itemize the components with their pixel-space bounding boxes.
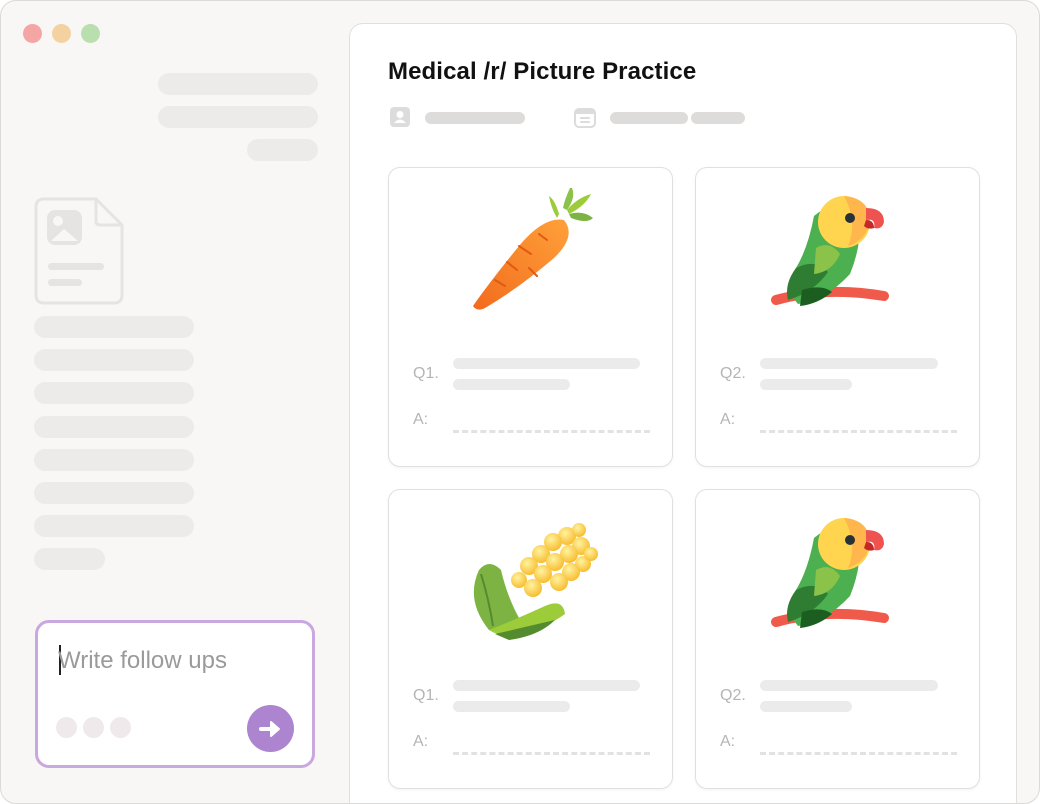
picture-card: Q1. A: (388, 489, 673, 789)
maximize-window-button[interactable] (81, 24, 100, 43)
corn-image (473, 523, 598, 640)
question-line (760, 358, 938, 369)
response-line (34, 416, 194, 438)
indicator-dot (56, 717, 77, 738)
question-number: Q1. (413, 365, 439, 382)
user-message-line (247, 139, 318, 161)
worksheet-panel: Medical /r/ Picture Practice Q1. A: Q2. … (349, 23, 1017, 803)
name-field (425, 112, 525, 124)
arrow-right-icon (258, 720, 280, 737)
question-number: Q2. (720, 365, 746, 382)
date-field (610, 112, 688, 124)
parrot-image (771, 518, 889, 628)
question-line (760, 701, 852, 712)
user-message-line (158, 106, 318, 128)
app-window: Write follow ups Medical /r/ Picture Pra… (0, 0, 1040, 804)
answer-label: A: (413, 411, 429, 428)
response-line (34, 449, 194, 471)
question-line (760, 379, 852, 390)
follow-up-placeholder: Write follow ups (58, 647, 227, 674)
response-line (34, 382, 194, 404)
carrot-image (473, 188, 593, 310)
window-controls (23, 24, 100, 43)
question-line (453, 358, 640, 369)
response-line (34, 349, 194, 371)
person-icon (390, 107, 410, 127)
question-line (453, 379, 570, 390)
calendar-icon (574, 108, 596, 128)
response-line (34, 548, 105, 570)
close-window-button[interactable] (23, 24, 42, 43)
question-line (453, 701, 570, 712)
picture-card: Q2. A: (695, 167, 980, 467)
image-document-icon (34, 197, 124, 305)
send-button[interactable] (247, 705, 294, 752)
answer-line[interactable] (453, 752, 650, 755)
typing-indicator (56, 717, 131, 738)
picture-card: Q2. A: (695, 489, 980, 789)
user-message-line (158, 73, 318, 95)
response-line (34, 515, 194, 537)
parrot-image (771, 196, 889, 306)
answer-label: A: (720, 411, 736, 428)
response-line (34, 482, 194, 504)
question-number: Q2. (720, 687, 746, 704)
indicator-dot (110, 717, 131, 738)
answer-label: A: (720, 733, 736, 750)
date-field (691, 112, 745, 124)
answer-line[interactable] (760, 752, 957, 755)
answer-label: A: (413, 733, 429, 750)
follow-up-input[interactable]: Write follow ups (35, 620, 315, 768)
answer-line[interactable] (453, 430, 650, 433)
question-number: Q1. (413, 687, 439, 704)
response-line (34, 316, 194, 338)
indicator-dot (83, 717, 104, 738)
question-line (453, 680, 640, 691)
answer-line[interactable] (760, 430, 957, 433)
page-title: Medical /r/ Picture Practice (388, 58, 697, 85)
minimize-window-button[interactable] (52, 24, 71, 43)
question-line (760, 680, 938, 691)
picture-card: Q1. A: (388, 167, 673, 467)
